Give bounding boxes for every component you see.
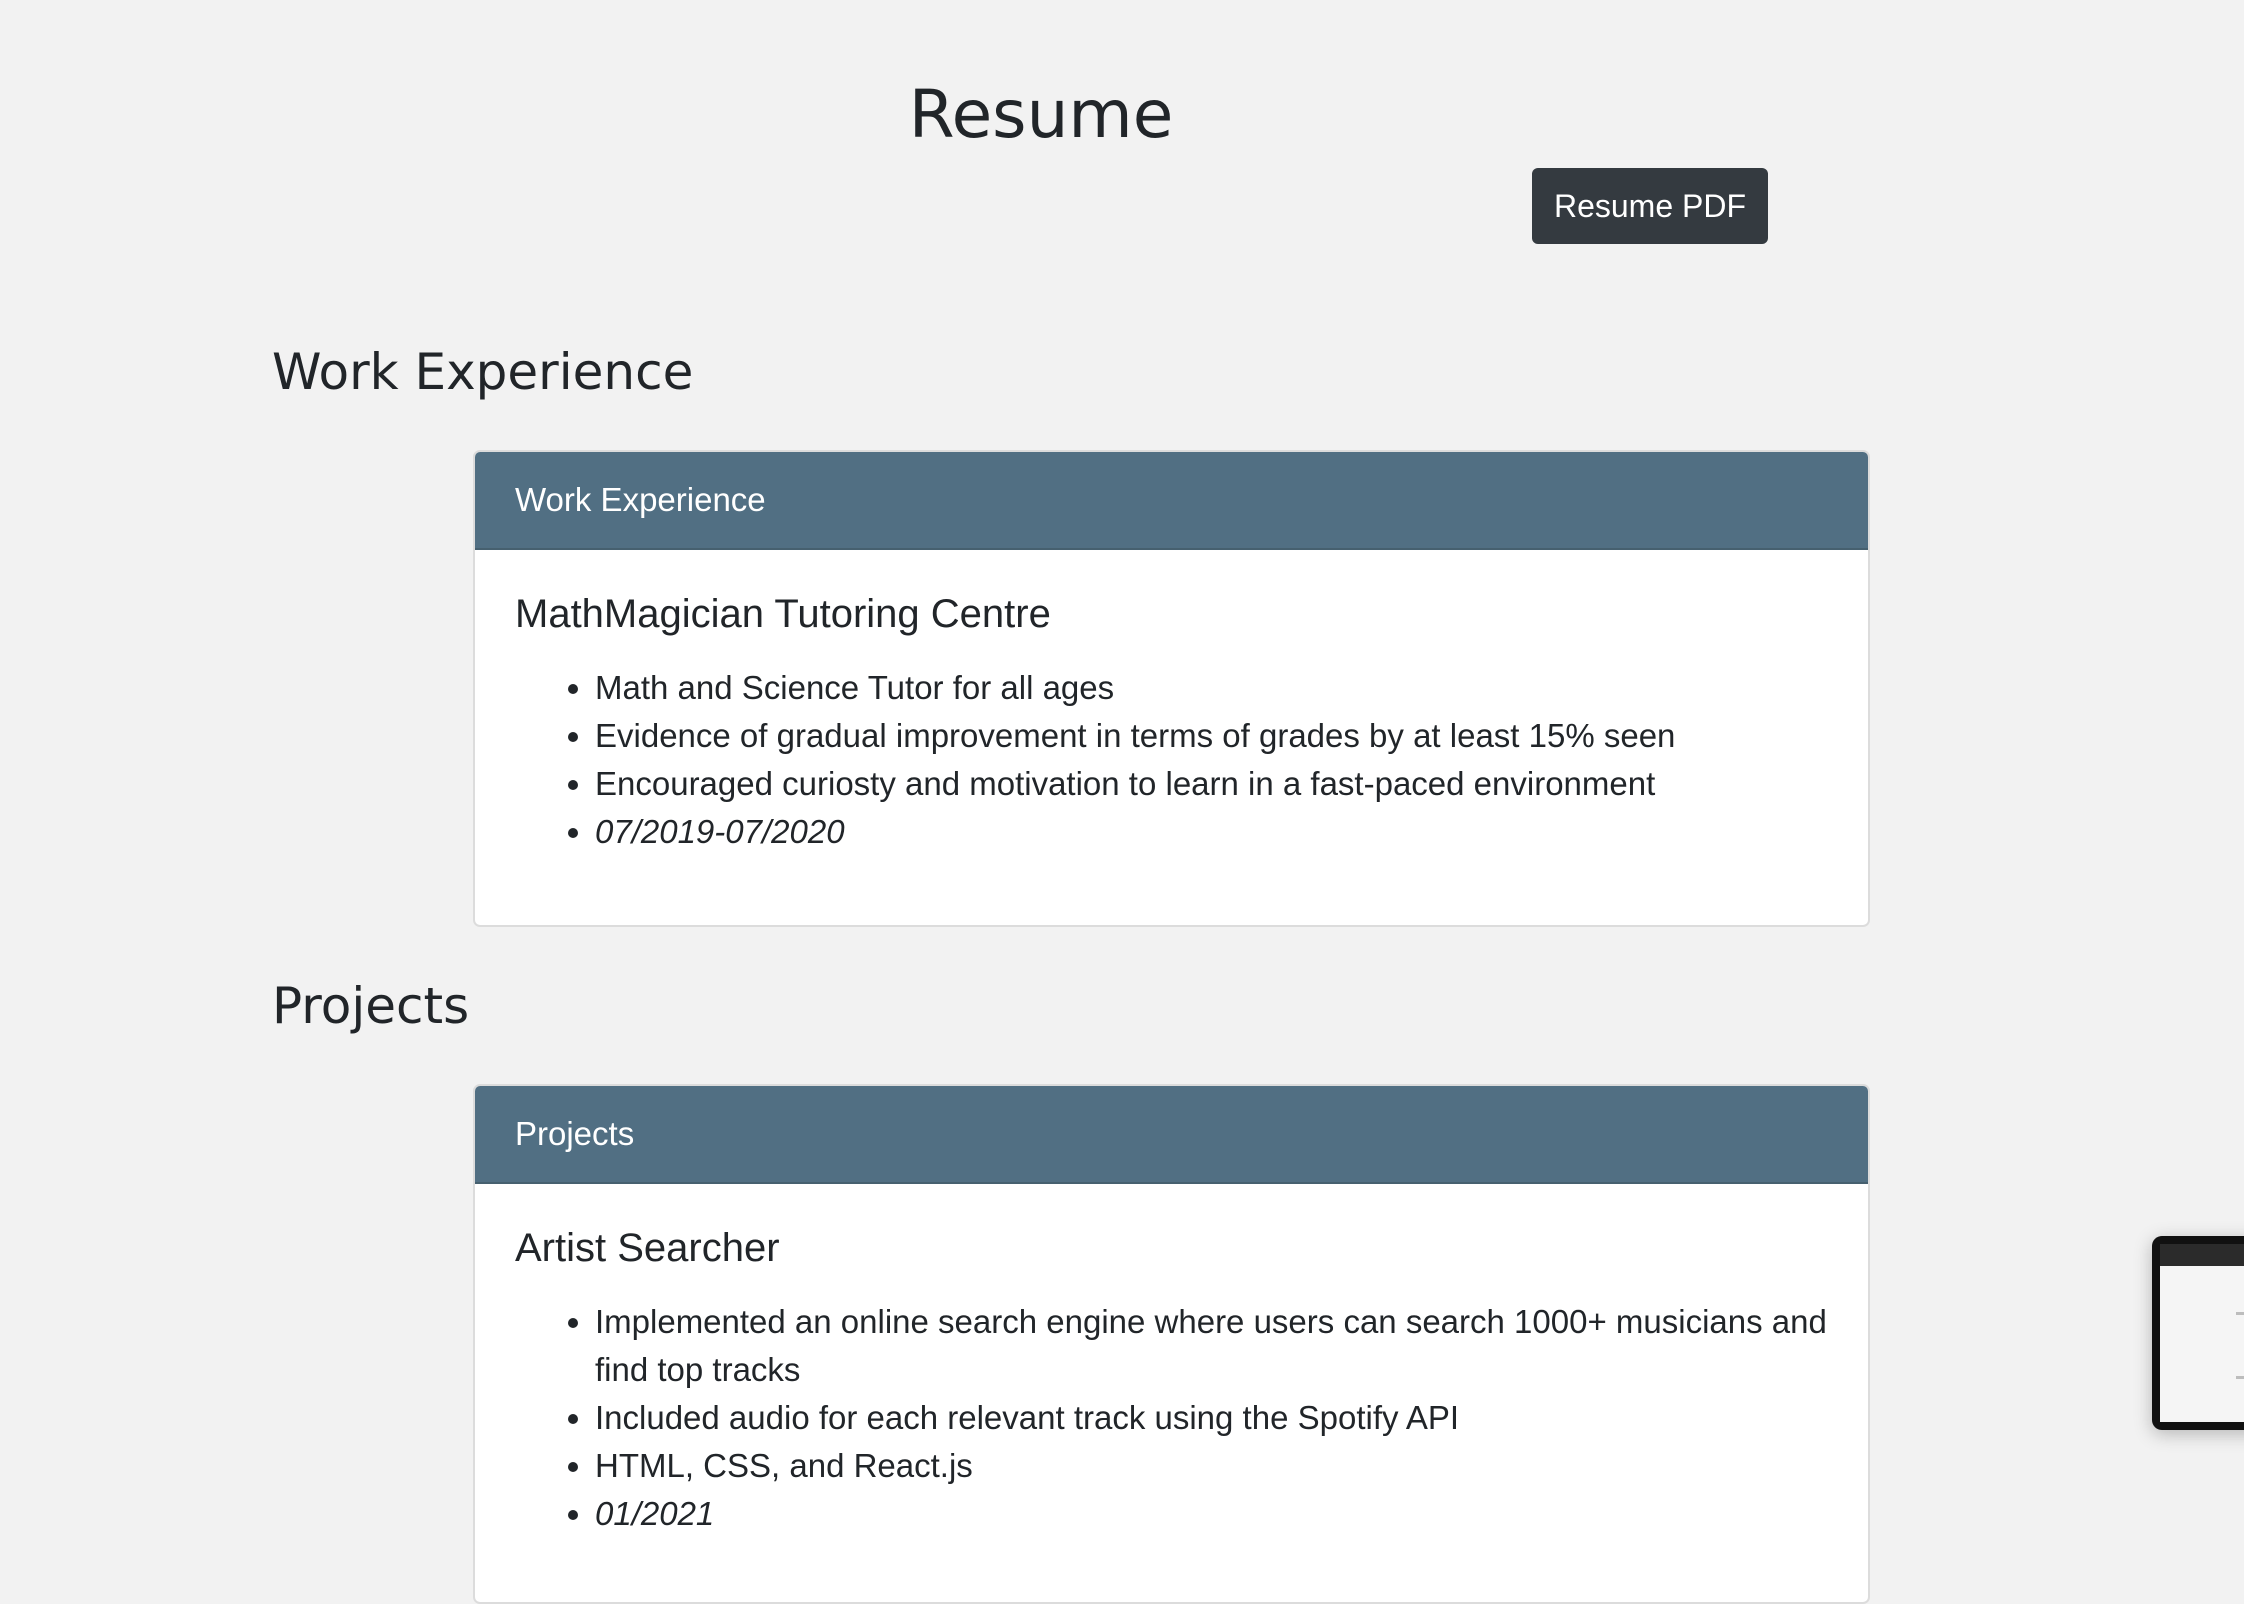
list-item: Evidence of gradual improvement in terms… xyxy=(595,712,1828,760)
work-experience-card: Work Experience MathMagician Tutoring Ce… xyxy=(473,450,1870,927)
project-bullet-list: Implemented an online search engine wher… xyxy=(515,1298,1828,1538)
project-title: Artist Searcher xyxy=(515,1226,780,1270)
work-experience-card-header: Work Experience xyxy=(475,452,1868,550)
job-title: MathMagician Tutoring Centre xyxy=(515,592,1051,636)
resume-pdf-button[interactable]: Resume PDF xyxy=(1532,168,1768,244)
projects-card: Projects Artist Searcher Implemented an … xyxy=(473,1084,1870,1604)
projects-card-header: Projects xyxy=(475,1086,1868,1184)
list-item: HTML, CSS, and React.js xyxy=(595,1442,1828,1490)
thumbnail-line xyxy=(2236,1312,2244,1315)
work-experience-heading: Work Experience xyxy=(272,343,694,401)
window-thumbnail-icon[interactable] xyxy=(2152,1236,2244,1430)
list-item: Encouraged curiosty and motivation to le… xyxy=(595,760,1828,808)
thumbnail-toolbar xyxy=(2160,1244,2244,1266)
thumbnail-screen xyxy=(2160,1244,2244,1422)
list-item: Included audio for each relevant track u… xyxy=(595,1394,1828,1442)
page-title: Resume xyxy=(908,76,1174,153)
list-item: Implemented an online search engine wher… xyxy=(595,1298,1828,1394)
job-bullet-list: Math and Science Tutor for all ages Evid… xyxy=(515,664,1828,856)
job-date: 07/2019-07/2020 xyxy=(595,808,1828,856)
work-experience-card-body: MathMagician Tutoring Centre Math and Sc… xyxy=(475,550,1868,896)
projects-card-body: Artist Searcher Implemented an online se… xyxy=(475,1184,1868,1578)
projects-heading: Projects xyxy=(272,977,470,1035)
project-date: 01/2021 xyxy=(595,1490,1828,1538)
list-item: Math and Science Tutor for all ages xyxy=(595,664,1828,712)
thumbnail-line xyxy=(2236,1376,2244,1379)
